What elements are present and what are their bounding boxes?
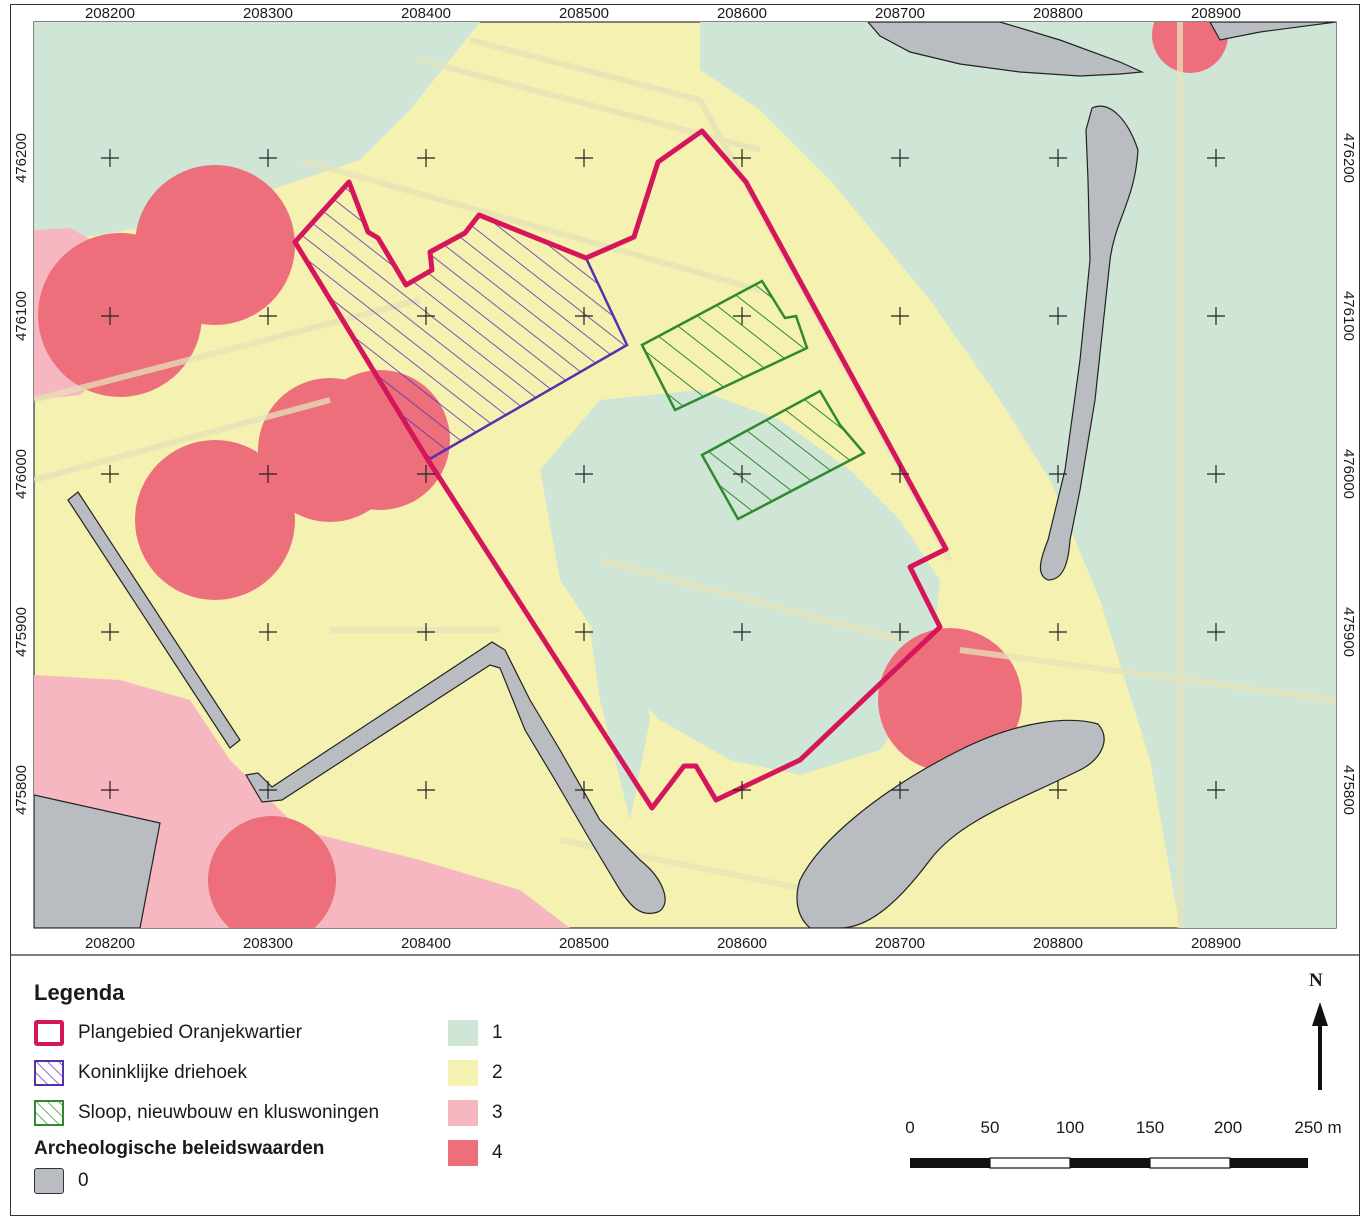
x-ticks-bottom: 208200 208300 208400 208500 208600 208700 2088…: [85, 935, 1241, 952]
legend-label: 2: [492, 1062, 503, 1083]
hatched-purple-swatch: [34, 1060, 64, 1086]
plangebied-swatch: [34, 1020, 64, 1046]
y-tick-label: 475800: [1340, 765, 1357, 815]
legend-title: Legenda: [34, 980, 125, 1005]
waarde-4-swatch: [448, 1140, 478, 1166]
legend-item-waarde-0: 0: [34, 1166, 89, 1196]
x-tick-label: 208400: [401, 5, 451, 22]
legend-label: 4: [492, 1142, 503, 1163]
scalebar-label: 0: [905, 1118, 915, 1137]
waarde-1-swatch: [448, 1020, 478, 1046]
y-tick-label: 476100: [1340, 291, 1357, 341]
legend-label: 3: [492, 1102, 503, 1123]
waarde-0-swatch: [34, 1168, 64, 1194]
x-tick-label: 208700: [875, 935, 925, 952]
y-ticks-left: 476200 476100 476000 475900 475800: [13, 133, 30, 815]
y-tick-label: 475900: [1340, 607, 1357, 657]
x-tick-label: 208800: [1033, 935, 1083, 952]
legend-item-plangebied: Plangebied Oranjekwartier: [34, 1018, 302, 1048]
x-tick-label: 208800: [1033, 5, 1083, 22]
y-tick-label: 476200: [1340, 133, 1357, 183]
x-tick-label: 208400: [401, 935, 451, 952]
y-tick-label: 476200: [13, 133, 30, 183]
x-tick-label: 208500: [559, 935, 609, 952]
legend-label: Plangebied Oranjekwartier: [78, 1022, 302, 1043]
legend-item-waarde-2: 2: [448, 1058, 503, 1088]
hatched-green-swatch: [34, 1100, 64, 1126]
legend-label: 0: [78, 1170, 89, 1191]
y-tick-label: 475800: [13, 765, 30, 815]
north-label: N: [1309, 970, 1323, 991]
x-tick-label: 208600: [717, 935, 767, 952]
legend-item-waarde-1: 1: [448, 1018, 503, 1048]
y-tick-label: 475900: [13, 607, 30, 657]
y-tick-label: 476000: [13, 449, 30, 499]
x-tick-label: 208700: [875, 5, 925, 22]
legend-item-waarde-3: 3: [448, 1098, 503, 1128]
x-tick-label: 208600: [717, 5, 767, 22]
scale-bar: [910, 1157, 1308, 1169]
legend-subtitle: Archeologische beleidswaarden: [34, 1138, 325, 1159]
y-tick-label: 476100: [13, 291, 30, 341]
x-tick-label: 208900: [1191, 5, 1241, 22]
legend-label: 1: [492, 1022, 503, 1043]
x-ticks-top: 208200 208300 208400 208500 208600 208700 2088…: [85, 5, 1241, 22]
legend-item-sloop: Sloop, nieuwbouw en kluswoningen: [34, 1098, 379, 1128]
legend-item-koninklijke: Koninklijke driehoek: [34, 1058, 247, 1088]
waarde-3-swatch: [448, 1100, 478, 1126]
scalebar-label: 50: [980, 1118, 1000, 1137]
scalebar-label: 100: [1055, 1118, 1085, 1137]
y-tick-label: 476000: [1340, 449, 1357, 499]
waarde-2-swatch: [448, 1060, 478, 1086]
x-tick-label: 208900: [1191, 935, 1241, 952]
north-arrow-icon: [1312, 1002, 1328, 1090]
scalebar-label: 200: [1213, 1118, 1243, 1137]
x-tick-label: 208500: [559, 5, 609, 22]
x-tick-label: 208200: [85, 5, 135, 22]
x-tick-label: 208200: [85, 935, 135, 952]
legend-label: Sloop, nieuwbouw en kluswoningen: [78, 1102, 380, 1123]
y-ticks-right: 476200 476100 476000 475900 475800: [1340, 133, 1357, 815]
scalebar-label: 150: [1135, 1118, 1165, 1137]
x-tick-label: 208300: [243, 935, 293, 952]
legend-item-waarde-4: 4: [448, 1138, 503, 1168]
legend-label: Koninklijke driehoek: [78, 1062, 247, 1083]
x-tick-label: 208300: [243, 5, 293, 22]
scalebar-label: 250 m: [1294, 1118, 1342, 1137]
